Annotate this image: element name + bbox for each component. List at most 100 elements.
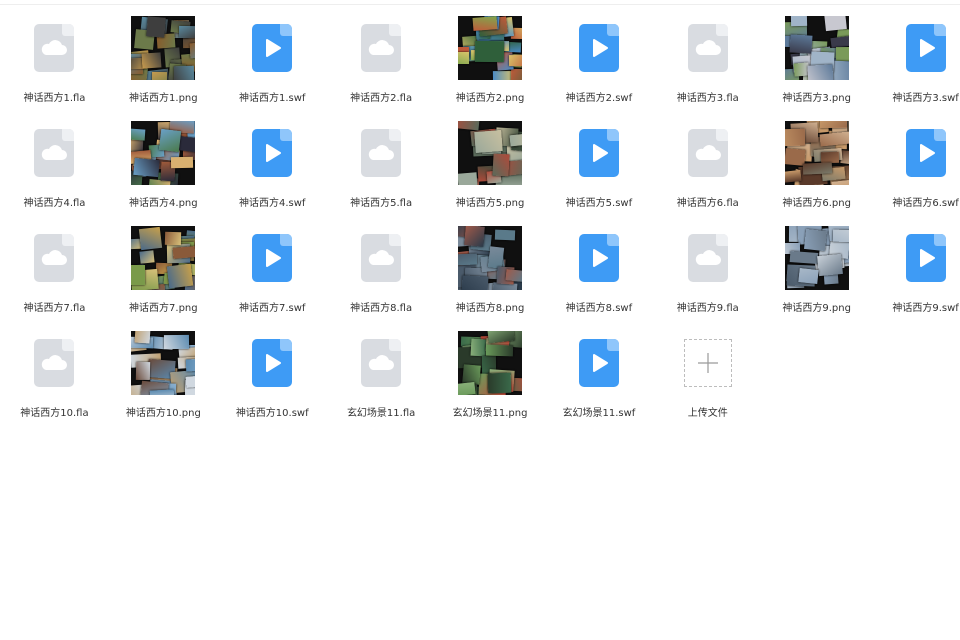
thumbnail-tile: [141, 52, 162, 68]
file-item-png[interactable]: 神话西方8.png: [436, 224, 545, 329]
file-name: 神话西方2.swf: [565, 93, 633, 104]
thumbnail-tile: [139, 250, 155, 264]
file-item-fla[interactable]: 神话西方2.fla: [327, 14, 436, 119]
file-thumbnail: [130, 225, 196, 291]
thumbnail-tile: [789, 251, 819, 265]
file-name: 神话西方6.fla: [676, 198, 739, 209]
file-thumbnail: [348, 225, 414, 291]
thumbnail-tile: [784, 128, 806, 147]
file-item-swf[interactable]: 神话西方10.swf: [218, 329, 327, 434]
file-item-fla[interactable]: 神话西方4.fla: [0, 119, 109, 224]
thumbnail-tile: [802, 161, 832, 175]
file-item-png[interactable]: 神话西方1.png: [109, 14, 218, 119]
thumbnail-tile: [131, 128, 146, 142]
file-thumbnail: [457, 15, 523, 81]
play-file-icon: [252, 129, 293, 177]
file-thumbnail: [566, 330, 632, 396]
file-name: 神话西方3.swf: [892, 93, 959, 104]
file-thumbnail: [348, 120, 414, 186]
thumbnail-tile: [132, 157, 160, 178]
file-thumbnail: [675, 120, 741, 186]
thumbnail-tile: [173, 65, 195, 80]
image-thumbnail: [131, 121, 196, 185]
file-name: 神话西方6.swf: [892, 198, 959, 209]
file-item-swf[interactable]: 神话西方9.swf: [871, 224, 960, 329]
file-item-swf[interactable]: 神话西方7.swf: [218, 224, 327, 329]
file-name: 神话西方10.fla: [20, 408, 89, 419]
cloud-file-icon: [361, 339, 402, 387]
file-item-fla[interactable]: 神话西方8.fla: [327, 224, 436, 329]
file-thumbnail: [566, 15, 632, 81]
file-item-fla[interactable]: 神话西方9.fla: [653, 224, 762, 329]
file-item-swf[interactable]: 神话西方8.swf: [544, 224, 653, 329]
file-item-png[interactable]: 神话西方2.png: [436, 14, 545, 119]
file-item-fla[interactable]: 神话西方6.fla: [653, 119, 762, 224]
file-thumbnail: [239, 120, 305, 186]
thumbnail-tile: [804, 229, 828, 252]
file-grid: 神话西方1.fla 神话西方1.png 神话西方1.swf 神话西方2.fla 神话西方…: [0, 14, 960, 434]
upload-file-button[interactable]: 上传文件: [653, 329, 762, 434]
image-thumbnail: [784, 121, 849, 185]
cloud-file-icon: [687, 234, 728, 282]
file-item-png[interactable]: 神话西方7.png: [109, 224, 218, 329]
file-item-swf[interactable]: 神话西方5.swf: [544, 119, 653, 224]
thumbnail-tile: [789, 33, 813, 54]
image-thumbnail: [131, 16, 196, 80]
file-thumbnail: [457, 225, 523, 291]
file-item-swf[interactable]: 玄幻场景11.swf: [544, 329, 653, 434]
file-thumbnail: [893, 15, 959, 81]
file-name: 神话西方9.fla: [676, 303, 739, 314]
file-item-swf[interactable]: 神话西方4.swf: [218, 119, 327, 224]
thumbnail-tile: [159, 128, 182, 153]
image-thumbnail: [131, 226, 196, 290]
thumbnail-tile: [151, 71, 168, 80]
thumbnail-tile: [458, 121, 479, 131]
file-item-fla[interactable]: 神话西方5.fla: [327, 119, 436, 224]
play-file-icon: [578, 339, 619, 387]
file-name: 神话西方4.fla: [23, 198, 86, 209]
file-item-png[interactable]: 神话西方9.png: [762, 224, 871, 329]
cloud-file-icon: [687, 24, 728, 72]
file-name: 神话西方2.png: [455, 93, 525, 104]
file-item-png[interactable]: 神话西方10.png: [109, 329, 218, 434]
file-item-png[interactable]: 神话西方5.png: [436, 119, 545, 224]
image-thumbnail: [458, 16, 522, 80]
file-item-fla[interactable]: 神话西方1.fla: [0, 14, 109, 119]
file-item-swf[interactable]: 神话西方2.swf: [544, 14, 653, 119]
file-item-swf[interactable]: 神话西方6.swf: [871, 119, 960, 224]
file-item-png[interactable]: 神话西方3.png: [762, 14, 871, 119]
cloud-file-icon: [361, 24, 402, 72]
file-thumbnail: [130, 15, 196, 81]
file-thumbnail: [239, 15, 305, 81]
image-thumbnail: [784, 226, 849, 290]
file-thumbnail: [130, 330, 196, 396]
thumbnail-tile: [494, 229, 515, 241]
file-item-png[interactable]: 神话西方6.png: [762, 119, 871, 224]
file-item-swf[interactable]: 神话西方1.swf: [218, 14, 327, 119]
thumbnail-tile: [488, 246, 505, 270]
file-item-png[interactable]: 神话西方4.png: [109, 119, 218, 224]
file-item-fla[interactable]: 神话西方10.fla: [0, 329, 109, 434]
file-item-png[interactable]: 玄幻场景11.png: [436, 329, 545, 434]
image-thumbnail: [784, 16, 849, 80]
file-item-fla[interactable]: 神话西方7.fla: [0, 224, 109, 329]
thumbnail-tile: [185, 358, 196, 372]
thumbnail-tile: [824, 16, 848, 31]
thumbnail-tile: [505, 269, 522, 283]
thumbnail-tile: [470, 338, 486, 357]
thumbnail-tile: [164, 231, 182, 245]
thumbnail-tile: [790, 16, 807, 27]
file-name: 神话西方8.swf: [565, 303, 633, 314]
thumbnail-tile: [820, 121, 848, 129]
file-item-swf[interactable]: 神话西方3.swf: [871, 14, 960, 119]
file-item-fla[interactable]: 神话西方3.fla: [653, 14, 762, 119]
thumbnail-tile: [806, 64, 833, 80]
file-name: 神话西方1.fla: [23, 93, 86, 104]
thumbnail-tile: [146, 16, 167, 38]
thumbnail-tile: [461, 275, 489, 290]
play-file-icon: [905, 24, 946, 72]
thumbnail-tile: [798, 267, 819, 284]
file-item-fla[interactable]: 玄幻场景11.fla: [327, 329, 436, 434]
upload-label: 上传文件: [687, 408, 728, 419]
thumbnail-tile: [511, 68, 522, 80]
